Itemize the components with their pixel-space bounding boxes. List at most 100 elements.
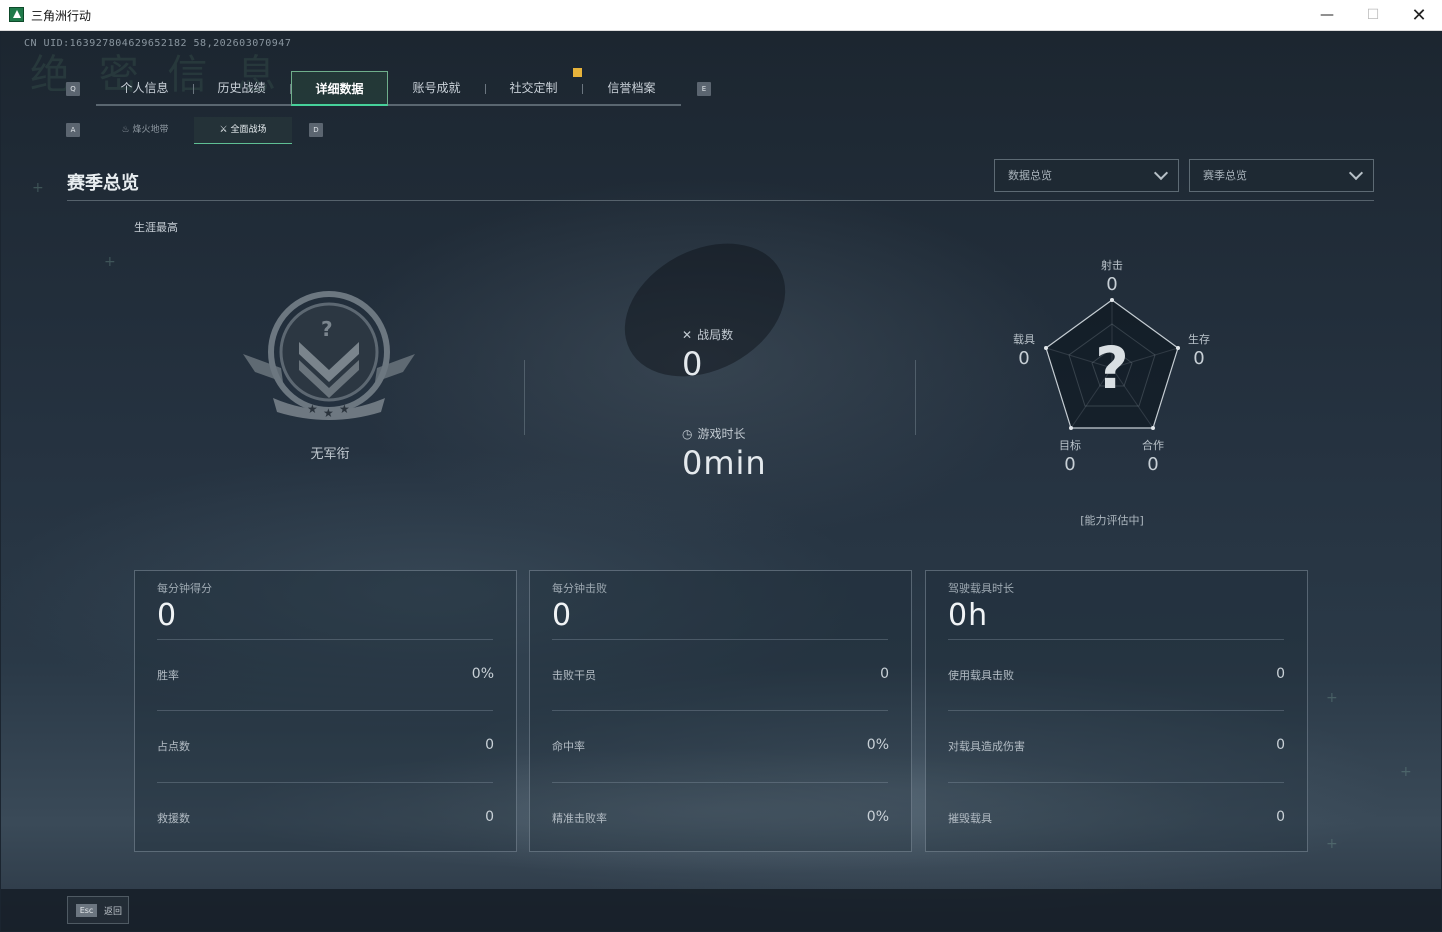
vertical-divider	[915, 360, 916, 435]
window-titlebar: 三角洲行动 — ☐ ✕	[0, 0, 1442, 31]
playtime-stat: ◷ 游戏时长 0min	[682, 425, 767, 483]
tab-credit-record[interactable]: 信誉档案	[583, 71, 680, 106]
section-divider	[67, 200, 1374, 201]
tab-social-custom[interactable]: 社交定制	[485, 71, 582, 106]
grid-plus-icon: +	[1326, 690, 1338, 706]
season-dropdown[interactable]: 赛季总览	[1189, 159, 1374, 192]
grid-plus-icon: +	[104, 254, 116, 270]
kills-per-minute-card: 每分钟击败 0 击败干员 0 命中率 0% 精准击败率 0%	[529, 570, 912, 852]
battlefield-icon: ⚔	[219, 125, 231, 135]
stat-row-label: 占点数	[157, 740, 190, 753]
tab-personal-info[interactable]: 个人信息	[96, 71, 193, 106]
main-tabs: 个人信息 历史战绩 详细数据 账号成就 社交定制 信誉档案	[96, 71, 681, 106]
back-label: 返回	[104, 907, 123, 917]
radar-label-objective: 目标	[1059, 439, 1081, 452]
game-window: 三角洲行动 — ☐ ✕ 绝 密 信 息 CN UID:1639278046296…	[0, 0, 1442, 932]
mode-subtabs: ♨ 烽火地带 ⚔ 全面战场	[96, 117, 292, 144]
stat-row-value: 0	[485, 737, 494, 753]
radar-value-vehicle: 0	[1018, 348, 1030, 369]
subtab-prev-key-hint[interactable]: A	[66, 123, 80, 137]
vertical-divider	[524, 360, 525, 435]
stat-row-value: 0%	[866, 737, 889, 753]
card-main-value: 0	[552, 598, 573, 633]
subtab-full-battlefield[interactable]: ⚔ 全面战场	[194, 117, 292, 144]
tab-achievements[interactable]: 账号成就	[388, 71, 485, 106]
stat-row-value: 0	[1276, 666, 1285, 682]
dropdown-value: 赛季总览	[1203, 169, 1247, 182]
card-title: 每分钟得分	[157, 582, 212, 595]
minimize-button[interactable]: —	[1304, 0, 1350, 31]
matches-stat: ✕ 战局数 0	[682, 326, 733, 384]
svg-text:★: ★	[339, 402, 350, 416]
section-title: 赛季总览	[67, 173, 139, 194]
stat-row-value: 0%	[471, 666, 494, 682]
grid-plus-icon: +	[1326, 836, 1338, 852]
svg-text:?: ?	[321, 317, 333, 341]
radar-label-survival: 生存	[1188, 333, 1210, 346]
subtab-hazard-zone[interactable]: ♨ 烽火地带	[96, 117, 194, 144]
bottom-bar	[1, 889, 1441, 931]
radar-unknown-symbol: ?	[1095, 334, 1129, 402]
chevron-down-icon	[1153, 165, 1169, 181]
vehicle-time-card: 驾驶载具时长 0h 使用载具击败 0 对载具造成伤害 0 摧毁载具 0	[925, 570, 1308, 852]
card-title: 每分钟击败	[552, 582, 607, 595]
card-divider	[948, 782, 1284, 783]
grid-plus-icon: +	[1400, 764, 1412, 780]
rank-emblem-icon: ★ ★ ★ ?	[243, 291, 415, 420]
stat-row-label: 对载具造成伤害	[948, 740, 1025, 753]
stat-row-value: 0	[485, 809, 494, 825]
notification-badge	[573, 68, 582, 77]
app-logo-icon	[9, 7, 24, 22]
tab-next-key-hint[interactable]: E	[697, 82, 711, 96]
card-divider	[552, 782, 888, 783]
card-divider	[948, 710, 1284, 711]
radar-label-vehicle: 载具	[1013, 333, 1035, 346]
card-divider	[552, 639, 888, 640]
svg-text:★: ★	[307, 402, 318, 416]
card-main-value: 0h	[948, 598, 989, 633]
playtime-label: 游戏时长	[697, 427, 746, 441]
stat-row-label: 胜率	[157, 669, 179, 682]
clock-icon: ◷	[682, 426, 693, 441]
crossed-swords-icon: ✕	[682, 327, 693, 342]
career-best-label: 生涯最高	[134, 221, 178, 234]
window-title: 三角洲行动	[31, 9, 92, 23]
radar-label-teamwork: 合作	[1142, 439, 1164, 452]
grid-plus-icon: +	[32, 180, 44, 196]
score-per-minute-card: 每分钟得分 0 胜率 0% 占点数 0 救援数 0	[134, 570, 517, 852]
stat-row-value: 0	[880, 666, 889, 682]
stat-row-value: 0%	[866, 809, 889, 825]
stat-row-label: 精准击败率	[552, 812, 607, 825]
playtime-value: 0min	[682, 444, 767, 482]
stat-row-value: 0	[1276, 809, 1285, 825]
rank-name: 无军衔	[310, 447, 350, 462]
tab-match-history[interactable]: 历史战绩	[193, 71, 290, 106]
ability-evaluating-note: [能力评估中]	[1080, 514, 1144, 527]
card-main-value: 0	[157, 598, 178, 633]
subtab-label: 全面战场	[230, 125, 267, 135]
stat-row-label: 命中率	[552, 740, 585, 753]
maximize-button[interactable]: ☐	[1350, 0, 1396, 31]
uid-label: CN UID:163927804629652182 58,20260307094…	[24, 38, 292, 49]
esc-key-hint: Esc	[76, 904, 97, 917]
radar-value-shooting: 0	[1106, 274, 1118, 295]
close-button[interactable]: ✕	[1396, 0, 1442, 31]
flame-icon: ♨	[121, 125, 133, 135]
tab-prev-key-hint[interactable]: Q	[66, 82, 80, 96]
dropdown-value: 数据总览	[1008, 169, 1052, 182]
subtab-next-key-hint[interactable]: D	[309, 123, 323, 137]
stat-row-label: 击败干员	[552, 669, 596, 682]
matches-value: 0	[682, 345, 704, 383]
card-divider	[157, 782, 493, 783]
card-divider	[948, 639, 1284, 640]
radar-label-shooting: 射击	[1101, 259, 1123, 272]
tab-detailed-data[interactable]: 详细数据	[291, 71, 388, 106]
radar-value-teamwork: 0	[1147, 454, 1159, 475]
card-title: 驾驶载具时长	[948, 582, 1014, 595]
data-overview-dropdown[interactable]: 数据总览	[994, 159, 1179, 192]
back-button[interactable]: Esc 返回	[67, 896, 129, 924]
card-divider	[552, 710, 888, 711]
stat-row-value: 0	[1276, 737, 1285, 753]
radar-value-survival: 0	[1193, 348, 1205, 369]
stat-row-label: 使用载具击败	[948, 669, 1014, 682]
